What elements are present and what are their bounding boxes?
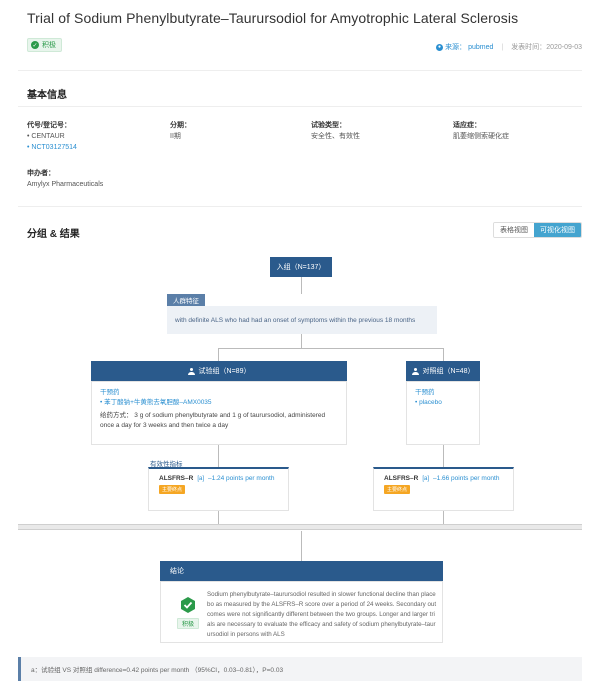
- enroll-box: 入组（N=137）: [270, 257, 332, 277]
- control-arm-body: 干预药 • placebo: [406, 381, 480, 445]
- population-text: with definite ALS who had had an onset o…: [167, 306, 437, 334]
- user-icon: [411, 367, 419, 375]
- divider: [18, 106, 582, 107]
- outcome-name: ALSFRS–R: [159, 475, 194, 482]
- connector: [301, 277, 302, 294]
- treatment-outcome: ALSFRS–R [a] –1.24 points per month 主要终点: [148, 467, 289, 511]
- page-title: Trial of Sodium Phenylbutyrate–Taurursod…: [27, 10, 519, 26]
- population-label: 人群特征: [167, 294, 205, 306]
- connector: [443, 511, 444, 524]
- code-values: • CENTAUR • NCT03127514: [27, 133, 77, 151]
- outcome-name: ALSFRS–R: [384, 475, 419, 482]
- source-icon: ●: [436, 43, 444, 51]
- connector: [218, 445, 219, 468]
- conclusion-badge: 积极: [177, 618, 200, 629]
- conclusion-body: 积极 Sodium phenylbutyrate–taurursodiol re…: [160, 581, 443, 643]
- user-icon: [187, 367, 195, 375]
- conclusion-text: Sodium phenylbutyrate–taurursodiol resul…: [207, 591, 437, 638]
- primary-endpoint-tag: 主要终点: [159, 485, 186, 494]
- treatment-arm-header: 试验组（N=89）: [91, 361, 347, 381]
- primary-endpoint-tag: 主要终点: [384, 485, 411, 494]
- view-toggle: 表格视图 可视化视图: [493, 222, 582, 238]
- treatment-arm-title: 试验组（N=89）: [198, 368, 251, 375]
- sponsor-label: 申办者：: [27, 170, 55, 177]
- connector: [443, 445, 444, 468]
- divider: [18, 70, 582, 71]
- basic-info-title: 基本信息: [27, 90, 67, 101]
- connector: [218, 348, 444, 349]
- meta-separator: |: [501, 43, 504, 51]
- publish-date: 2020-09-03: [546, 44, 582, 51]
- indication-value: 肌萎缩侧索硬化症: [453, 133, 509, 140]
- outcome-value: –1.24 points per month: [207, 475, 275, 482]
- type-value: 安全性、有效性: [311, 133, 360, 140]
- source-label: 来源：: [445, 44, 467, 51]
- dosing-text: 给药方式： 3 g of sodium phenylbutyrate and 1…: [100, 412, 326, 429]
- control-arm-title: 对照组（N=48）: [422, 368, 475, 375]
- footnote-ref[interactable]: [a]: [422, 476, 429, 482]
- control-drug-link[interactable]: • placebo: [415, 398, 471, 408]
- publish-info: 发表时间：2020-09-03: [511, 42, 582, 52]
- type-label: 试验类型：: [311, 122, 346, 129]
- registration-link[interactable]: NCT03127514: [31, 144, 77, 151]
- positive-badge: ✓ 积极: [27, 38, 62, 52]
- conclusion-header: 结论: [160, 561, 443, 581]
- outcome-value: –1.66 points per month: [432, 475, 500, 482]
- sponsor-value: Amylyx Pharmaceuticals: [27, 181, 104, 188]
- positive-badge-label: 积极: [42, 42, 56, 49]
- code-primary: CENTAUR: [31, 133, 65, 140]
- footnote-ref[interactable]: [a]: [197, 476, 204, 482]
- control-outcome: ALSFRS–R [a] –1.66 points per month 主要终点: [373, 467, 514, 511]
- check-shield-icon: [181, 597, 195, 613]
- code-label: 代号/登记号：: [27, 122, 71, 129]
- connector: [218, 511, 219, 524]
- visual-view-button[interactable]: 可视化视图: [534, 223, 581, 237]
- footnote: a：试验组 VS 对照组 difference=0.42 points per …: [18, 657, 582, 681]
- connector: [218, 348, 219, 361]
- treatment-arm-body: 干预药 • 苯丁酸钠+牛黄熊去氧胆酸–AMX0035 给药方式： 3 g of …: [91, 381, 347, 445]
- source-link[interactable]: ● 来源： pubmed: [436, 42, 493, 52]
- intervention-label: 干预药: [100, 389, 120, 396]
- source-value[interactable]: pubmed: [468, 44, 493, 51]
- connector: [301, 334, 302, 348]
- meta-info: ● 来源： pubmed | 发表时间：2020-09-03: [436, 42, 582, 52]
- intervention-label: 干预药: [415, 389, 435, 396]
- groups-title: 分组 & 结果: [27, 229, 80, 240]
- table-view-button[interactable]: 表格视图: [494, 223, 534, 237]
- treatment-drug-link[interactable]: • 苯丁酸钠+牛黄熊去氧胆酸–AMX0035: [100, 398, 338, 408]
- indication-label: 适应症：: [453, 122, 481, 129]
- phase-value: II期: [170, 133, 181, 140]
- check-icon: ✓: [31, 41, 39, 49]
- publish-label: 发表时间：: [511, 44, 547, 51]
- connector: [301, 531, 302, 561]
- connector: [443, 348, 444, 361]
- control-arm-header: 对照组（N=48）: [406, 361, 480, 381]
- divider-band: [18, 524, 582, 530]
- phase-label: 分期：: [170, 122, 191, 129]
- divider: [18, 206, 582, 207]
